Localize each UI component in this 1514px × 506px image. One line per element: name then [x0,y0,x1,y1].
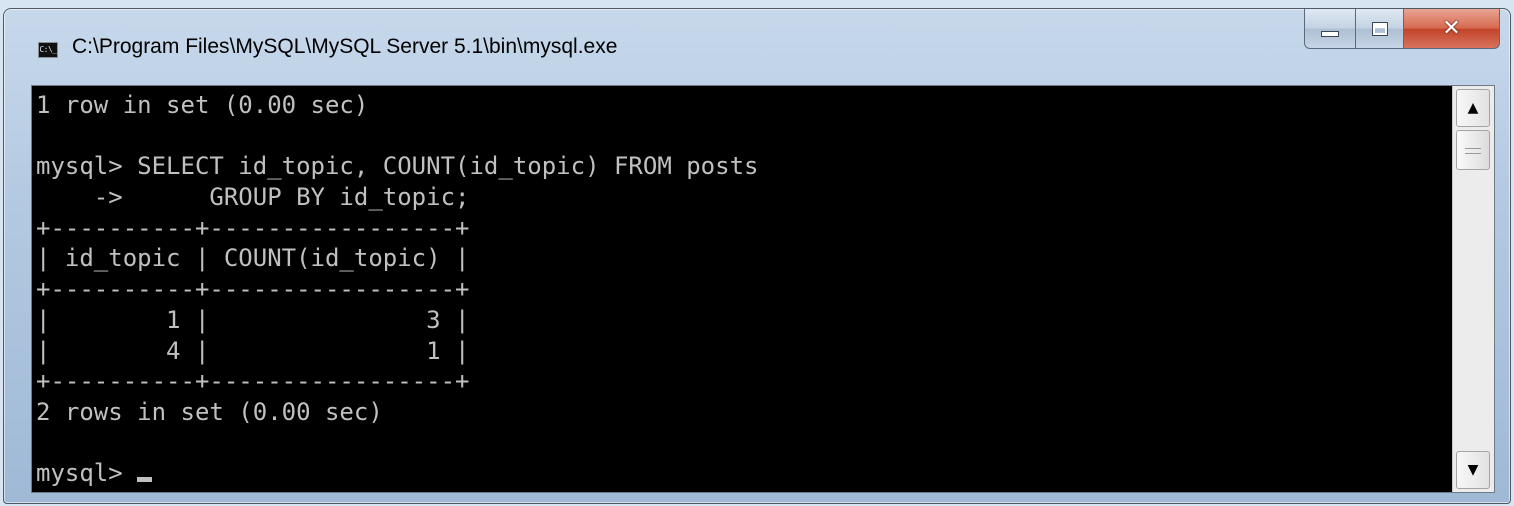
console-line: | id_topic | COUNT(id_topic) | [36,244,470,273]
minimize-button[interactable] [1304,9,1356,49]
console-line: 1 row in set (0.00 sec) [36,91,369,119]
console-app-icon[interactable]: C:\_ [38,42,58,58]
console-prompt-line[interactable]: mysql> [36,458,1452,489]
close-button[interactable]: ✕ [1404,9,1500,49]
text-cursor [137,477,153,483]
caption-buttons: ✕ [1304,9,1500,49]
maximize-button[interactable] [1356,9,1404,49]
console-client-area[interactable]: 1 row in set (0.00 sec) mysql> SELECT id… [31,85,1495,493]
prompt-text: mysql> [36,459,138,488]
arrow-down-icon: ▼ [1467,462,1479,478]
title-bar[interactable]: C:\_ C:\Program Files\MySQL\MySQL Server… [4,9,1510,85]
maximize-icon [1371,21,1388,36]
close-icon: ✕ [1442,15,1461,41]
console-line: +----------+-----------------+ [36,213,470,242]
scrollbar-thumb[interactable] [1456,130,1490,170]
console-line: mysql> SELECT id_topic, COUNT(id_topic) … [36,152,759,181]
minimize-icon [1321,30,1339,37]
console-line: +----------+-----------------+ [36,367,470,396]
console-window: C:\_ C:\Program Files\MySQL\MySQL Server… [3,8,1511,504]
console-line: 2 rows in set (0.00 sec) [36,397,383,426]
scroll-down-button[interactable]: ▼ [1456,451,1490,489]
console-output[interactable]: 1 row in set (0.00 sec) mysql> SELECT id… [32,86,1452,492]
window-title: C:\Program Files\MySQL\MySQL Server 5.1\… [72,35,618,58]
console-line: | 1 | 3 | [36,305,470,334]
console-line: +----------+-----------------+ [36,275,470,304]
scroll-up-button[interactable]: ▲ [1456,89,1490,127]
console-line: -> GROUP BY id_topic; [36,183,470,212]
arrow-up-icon: ▲ [1467,100,1479,116]
vertical-scrollbar[interactable]: ▲ ▼ [1452,86,1494,492]
console-line: | 4 | 1 | [36,336,470,365]
